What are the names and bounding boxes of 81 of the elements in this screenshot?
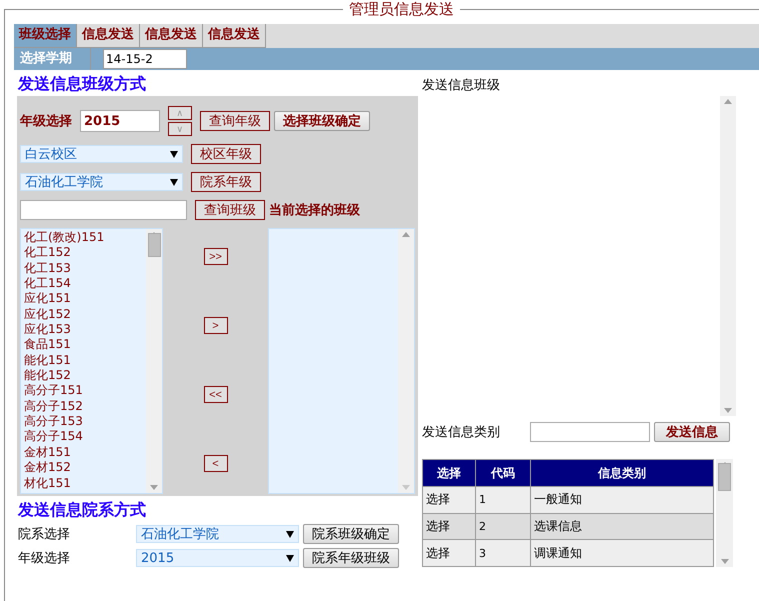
term-label: 选择学期 — [14, 48, 91, 70]
page-title: 管理员信息发送 — [343, 1, 460, 18]
selected-classes-label: 当前选择的班级 — [269, 202, 360, 219]
dropdown-select[interactable]: 2015 — [136, 549, 299, 567]
dropdown-caret-icon — [170, 178, 178, 186]
table-cell[interactable]: 选择 — [422, 540, 476, 566]
class-list-item[interactable]: 应化151 — [24, 291, 144, 307]
tab[interactable]: 信息发送 — [203, 24, 266, 48]
table-cell[interactable]: 选择 — [422, 513, 476, 540]
table-cell[interactable]: 选择 — [422, 486, 476, 514]
column-header: 信息类别 — [530, 460, 714, 486]
confirm-button[interactable]: 院系班级确定 — [303, 524, 399, 544]
campus-select[interactable]: 白云校区 — [20, 145, 183, 163]
class-list-item[interactable]: 高分子151 — [24, 383, 144, 399]
grade-button[interactable]: 查询年级 — [200, 111, 270, 131]
category-field[interactable] — [530, 422, 650, 442]
tab[interactable]: 班级选择 — [14, 24, 77, 48]
section-heading: 发送信息院系方式 — [16, 499, 147, 521]
tab[interactable]: 信息发送 — [140, 24, 203, 48]
dropdown-caret-icon — [170, 150, 178, 158]
class-list[interactable]: 化工(教改)151 化工152 化工153 化工154 应化151 应化152 应化153 食品151 能化151 能化152 高分子151 高分子152 高分子153 高分子154 金材151 金材152 材化151 — [20, 228, 164, 494]
class-list-item[interactable]: 高分子154 — [24, 429, 144, 445]
scrollbar[interactable] — [398, 229, 414, 493]
recipients-label: 发送信息班级 — [422, 77, 501, 95]
table-cell: 2 — [476, 513, 530, 540]
class-list-item[interactable]: 食品151 — [24, 337, 144, 353]
move-button[interactable]: > — [204, 317, 228, 334]
scroll-down-icon[interactable] — [724, 408, 732, 413]
class-list-item[interactable]: 能化151 — [24, 352, 144, 368]
dropdown-caret-icon — [286, 530, 294, 538]
scroll-thumb[interactable] — [148, 233, 161, 257]
search-class-button[interactable]: 查询班级 — [195, 200, 265, 220]
class-list-item[interactable]: 应化153 — [24, 322, 144, 338]
scroll-up-icon[interactable] — [402, 232, 410, 237]
scroll-up-icon[interactable] — [724, 99, 732, 104]
field-label: 院系选择 — [18, 526, 71, 543]
class-list-item[interactable]: 能化152 — [24, 368, 144, 384]
term-field[interactable]: 14-15-2 — [103, 49, 187, 69]
class-list-item[interactable]: 化工152 — [24, 245, 144, 261]
scroll-down-icon[interactable] — [720, 559, 728, 564]
grade-label: 年级选择 — [20, 113, 72, 130]
class-list-item[interactable]: 材化151 — [24, 476, 144, 491]
class-list-item[interactable]: 化工(教改)151 — [24, 230, 144, 246]
class-list-item[interactable]: 高分子152 — [24, 398, 144, 414]
campus-grade-button[interactable]: 校区年级 — [191, 144, 261, 164]
dropdown-caret-icon — [286, 554, 294, 562]
scroll-down-icon[interactable] — [402, 485, 410, 490]
scroll-down-icon[interactable] — [150, 485, 158, 490]
scrollbar[interactable] — [146, 229, 162, 493]
table-cell: 3 — [476, 540, 530, 566]
class-list-item[interactable]: 化工154 — [24, 276, 144, 292]
move-button[interactable]: < — [204, 455, 228, 472]
table-cell: 选课信息 — [530, 513, 714, 540]
college-select[interactable]: 石油化工学院 — [20, 173, 183, 191]
scrollbar[interactable] — [720, 96, 736, 416]
grade-button[interactable]: 选择班级确定 — [274, 111, 370, 131]
column-header: 选择 — [422, 460, 476, 486]
field-label: 年级选择 — [18, 550, 71, 567]
table-cell: 一般通知 — [530, 486, 714, 514]
section-heading: 发送信息班级方式 — [16, 73, 147, 95]
dropdown-select[interactable]: 石油化工学院 — [136, 525, 299, 543]
move-button[interactable]: << — [204, 386, 228, 403]
move-button[interactable]: >> — [204, 248, 228, 265]
confirm-button[interactable]: 院系年级班级 — [303, 548, 399, 568]
scrollbar[interactable] — [716, 459, 733, 567]
scroll-thumb[interactable] — [718, 463, 731, 491]
class-list-item[interactable]: 金材151 — [24, 444, 144, 460]
selected-class-list[interactable] — [268, 228, 415, 494]
tab[interactable]: 信息发送 — [77, 24, 140, 48]
class-list-item[interactable]: 应化152 — [24, 306, 144, 322]
table-cell: 调课通知 — [530, 540, 714, 566]
category-label: 发送信息类别 — [422, 424, 500, 441]
class-list-item[interactable]: 高分子153 — [24, 414, 144, 430]
class-list-item[interactable]: 化工153 — [24, 260, 144, 276]
column-header: 代码 — [476, 460, 530, 486]
class-search-field[interactable] — [20, 200, 187, 220]
table-cell: 1 — [476, 486, 530, 514]
send-button[interactable]: 发送信息 — [654, 422, 730, 442]
grade-field[interactable]: 2015 — [80, 110, 160, 132]
class-list-item[interactable]: 金材152 — [24, 460, 144, 476]
college-grade-button[interactable]: 院系年级 — [191, 172, 261, 192]
